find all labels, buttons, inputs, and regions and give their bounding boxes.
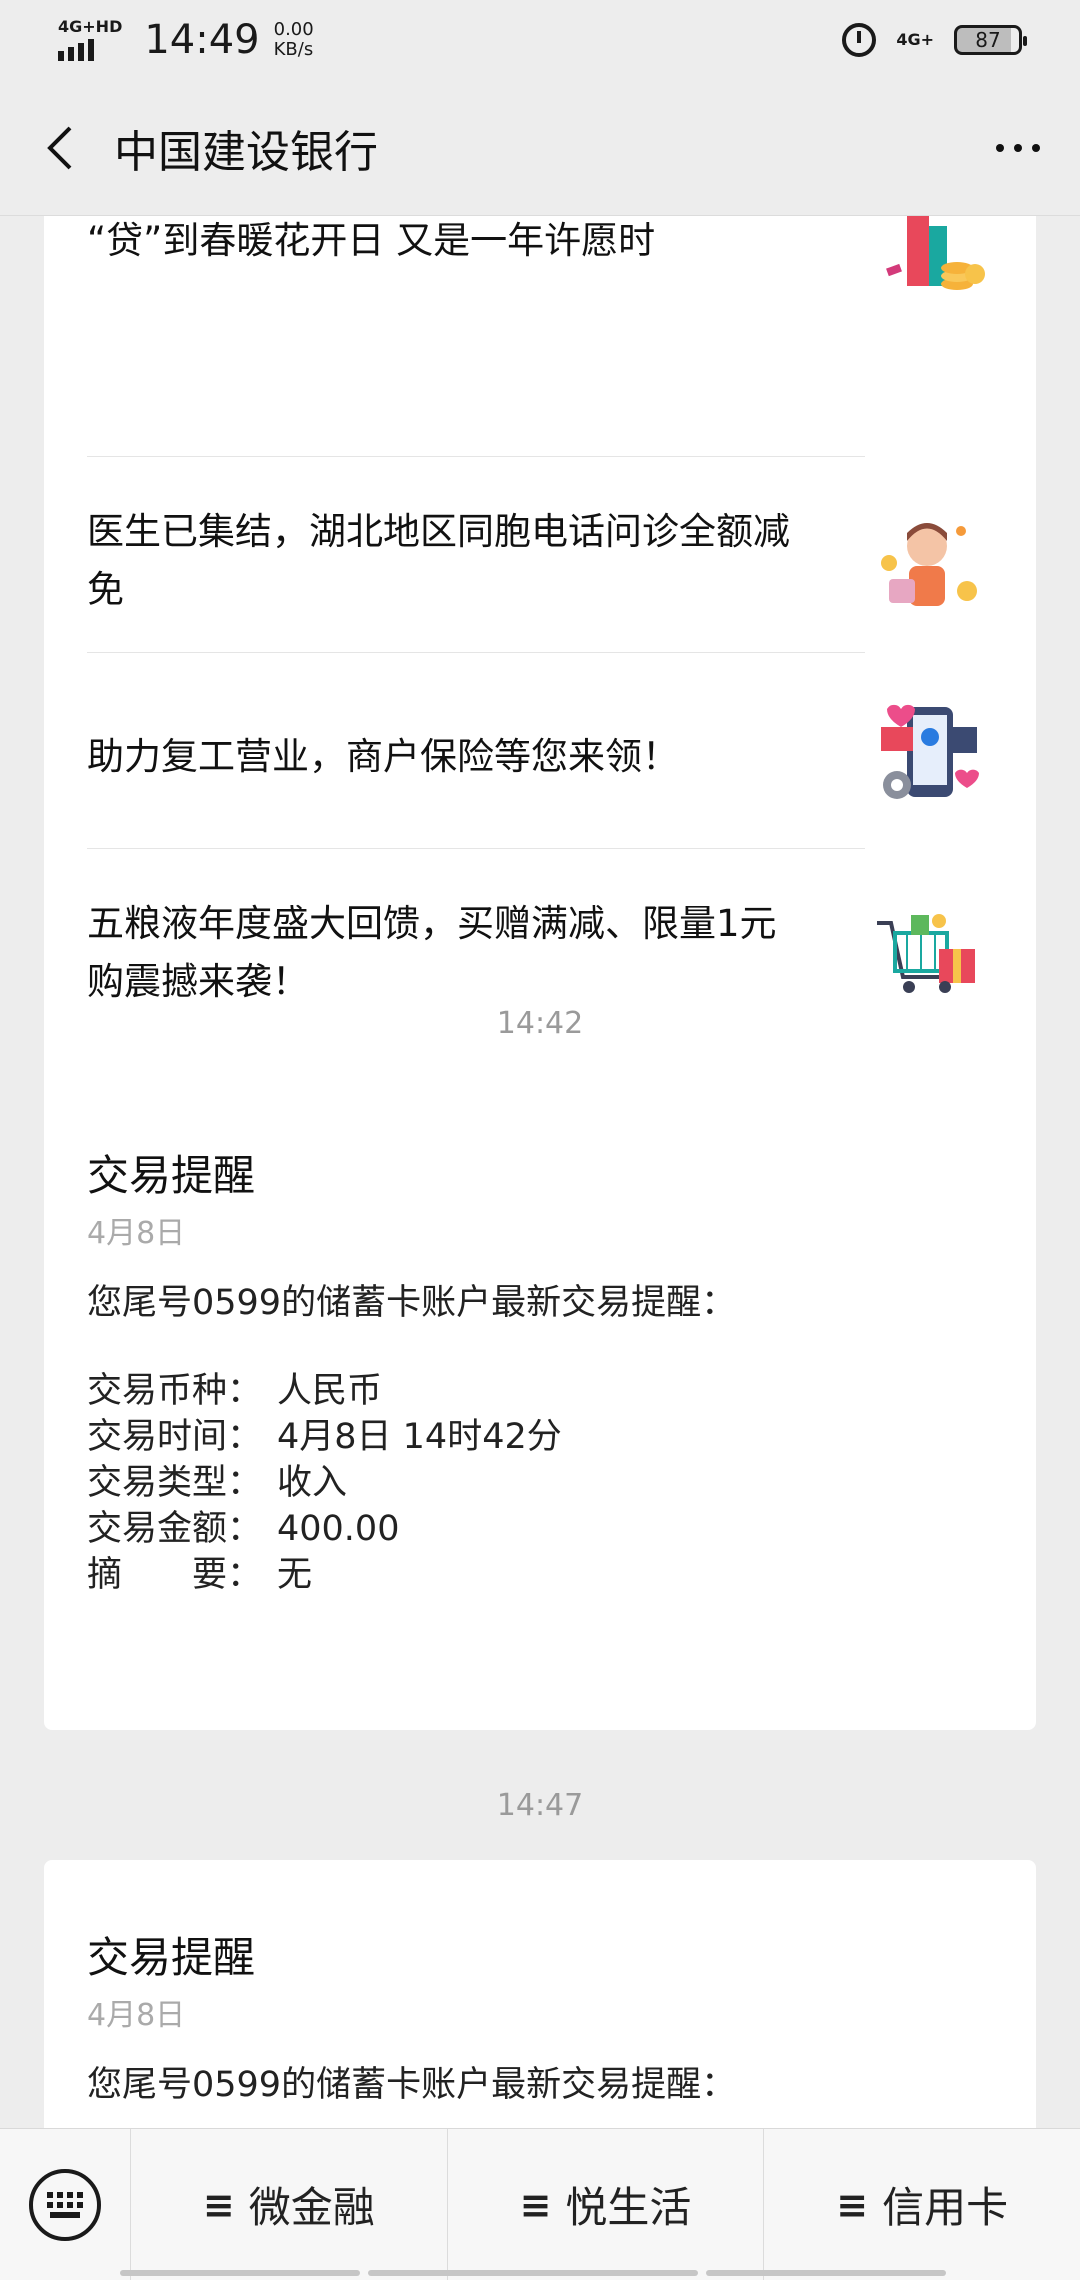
- detail-value: 人民币: [277, 1371, 383, 1411]
- news-text: 助力复工营业，商户保险等您来领！: [87, 735, 679, 778]
- menu-item-micro-finance[interactable]: ≡ 微金融: [130, 2129, 447, 2280]
- detail-key: 交易时间：: [87, 1417, 263, 1457]
- speed-value: 0.00: [273, 19, 314, 40]
- gesture-bar: [0, 2270, 1080, 2280]
- news-item[interactable]: “贷”到春暖花开日 又是一年许愿时: [87, 216, 987, 336]
- clock: 14:49: [144, 17, 260, 63]
- message-timestamp: 14:42: [496, 1006, 584, 1041]
- back-button[interactable]: [40, 118, 80, 178]
- detail-row: 交易金额： 400.00: [87, 1506, 562, 1552]
- detail-row: 摘 要： 无: [87, 1552, 562, 1598]
- signal-bars-icon: [58, 39, 94, 61]
- keyboard-icon: [29, 2168, 101, 2241]
- detail-value: 4月8日 14时42分: [277, 1417, 562, 1457]
- title-bar: 中国建设银行: [0, 80, 1080, 216]
- divider: [87, 456, 865, 457]
- menu-lines-icon: ≡: [519, 2182, 552, 2227]
- battery-level: 87: [975, 28, 1001, 52]
- news-text: 医生已集结，湖北地区同胞电话问诊全额减免: [87, 510, 790, 611]
- card-intro: 您尾号0599的储蓄卡账户最新交易提醒：: [87, 2065, 737, 2105]
- chevron-left-icon: [47, 126, 72, 169]
- news-item[interactable]: 助力复工营业，商户保险等您来领！: [87, 672, 987, 842]
- detail-value: 收入: [277, 1463, 348, 1503]
- message-timestamp: 14:47: [496, 1788, 584, 1823]
- signal-indicator: 4G+HD: [58, 19, 122, 61]
- menu-lines-icon: ≡: [202, 2182, 235, 2227]
- menu-item-label: 信用卡: [882, 2183, 1009, 2232]
- card-date: 4月8日: [87, 1216, 186, 1251]
- coins-illustration-icon: [886, 216, 985, 290]
- news-card: “贷”到春暖花开日 又是一年许愿时 医生已集结，湖北地区同胞电话问诊全额减免 助…: [44, 216, 1036, 1144]
- bottom-menu: ≡ 微金融 ≡ 悦生活 ≡ 信用卡: [0, 2128, 1080, 2280]
- detail-key: 交易类型：: [87, 1463, 263, 1503]
- divider: [87, 652, 865, 653]
- menu-item-label: 悦生活: [565, 2183, 692, 2232]
- status-bar: 4G+HD 14:49 0.00 KB/s 4G+ 87: [0, 0, 1080, 80]
- menu-item-joy-life[interactable]: ≡ 悦生活: [446, 2129, 764, 2280]
- transaction-card[interactable]: 交易提醒 4月8日 您尾号0599的储蓄卡账户最新交易提醒：: [44, 1860, 1036, 2128]
- divider: [87, 848, 865, 849]
- doctor-illustration-icon: [881, 523, 977, 606]
- card-intro: 您尾号0599的储蓄卡账户最新交易提醒：: [87, 1283, 737, 1323]
- more-button[interactable]: [996, 124, 1040, 172]
- network-type: 4G+: [896, 30, 934, 49]
- detail-key: 交易币种：: [87, 1371, 263, 1411]
- card-date: 4月8日: [87, 1998, 186, 2033]
- detail-value: 400.00: [277, 1509, 400, 1549]
- network-label: 4G+HD: [58, 17, 123, 36]
- speed-unit: KB/s: [273, 39, 314, 60]
- card-title: 交易提醒: [87, 1151, 256, 1200]
- alarm-icon: [842, 23, 877, 57]
- menu-lines-icon: ≡: [836, 2182, 869, 2227]
- detail-value: 无: [277, 1555, 313, 1595]
- detail-row: 交易币种： 人民币: [87, 1368, 562, 1414]
- shopping-cart-illustration-icon: [877, 914, 975, 993]
- news-text: 五粮液年度盛大回馈，买赠满减、限量1元购震撼来袭！: [87, 902, 777, 1003]
- detail-row: 交易时间： 4月8日 14时42分: [87, 1414, 562, 1460]
- more-dots-icon: [996, 143, 1004, 152]
- news-text: “贷”到春暖花开日 又是一年许愿时: [87, 219, 656, 262]
- menu-item-credit-card[interactable]: ≡ 信用卡: [763, 2129, 1080, 2280]
- network-speed: 0.00 KB/s: [274, 20, 314, 60]
- menu-item-label: 微金融: [248, 2183, 375, 2232]
- transaction-details: 交易币种： 人民币 交易时间： 4月8日 14时42分 交易类型： 收入 交易金…: [87, 1368, 562, 1598]
- transaction-card[interactable]: 交易提醒 4月8日 您尾号0599的储蓄卡账户最新交易提醒： 交易币种： 人民币…: [44, 1078, 1036, 1730]
- detail-row: 交易类型： 收入: [87, 1460, 562, 1506]
- phone-pay-illustration-icon: [881, 704, 979, 799]
- detail-key: 摘 要：: [87, 1555, 263, 1595]
- chat-content[interactable]: “贷”到春暖花开日 又是一年许愿时 医生已集结，湖北地区同胞电话问诊全额减免 助…: [0, 216, 1080, 2128]
- card-title: 交易提醒: [87, 1933, 256, 1982]
- news-item[interactable]: 医生已集结，湖北地区同胞电话问诊全额减免: [87, 476, 987, 646]
- keyboard-toggle-button[interactable]: [0, 2129, 130, 2280]
- page-title: 中国建设银行: [114, 126, 378, 178]
- battery-icon: 87: [954, 25, 1027, 55]
- detail-key: 交易金额：: [87, 1509, 263, 1549]
